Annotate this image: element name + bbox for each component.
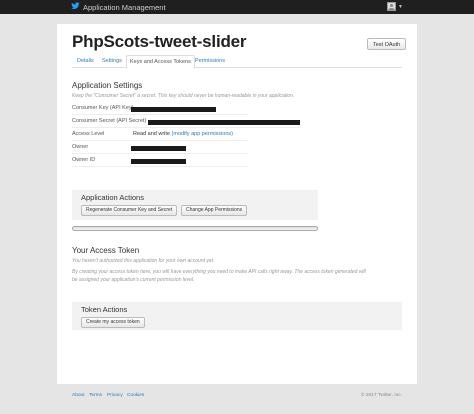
consumer-key-redacted — [131, 107, 216, 112]
consumer-key-label: Consumer Key (API Key) — [72, 105, 134, 111]
access-level-value: Read and write (modify app permissions) — [133, 131, 233, 137]
access-level-row: Access Level Read and write (modify app … — [72, 129, 248, 141]
tab-settings[interactable]: Settings — [99, 55, 125, 67]
tab-permissions[interactable]: Permissions — [192, 55, 228, 67]
footer-privacy-link[interactable]: Privacy — [107, 393, 123, 398]
footer-terms-link[interactable]: Terms — [89, 393, 102, 398]
owner-redacted — [131, 146, 186, 151]
user-avatar-icon[interactable] — [387, 2, 396, 11]
page-title: PhpScots-tweet-slider — [72, 32, 247, 51]
footer-cookies-link[interactable]: Cookies — [127, 393, 144, 398]
access-token-description: By creating your access token here, you … — [72, 269, 366, 283]
application-settings-note: Keep the "Consumer Secret" a secret. Thi… — [72, 93, 295, 99]
owner-id-label: Owner ID — [72, 157, 96, 163]
token-actions-heading: Token Actions — [81, 305, 128, 314]
modify-app-permissions-link[interactable]: (modify app permissions) — [172, 131, 233, 137]
application-actions-heading: Application Actions — [81, 193, 144, 202]
copyright-text: © 2017 Twitter, Inc. — [360, 393, 402, 398]
tab-details[interactable]: Details — [74, 55, 97, 67]
change-app-permissions-button[interactable]: Change App Permissions — [181, 205, 248, 216]
horizontal-scrollbar[interactable] — [72, 226, 318, 231]
consumer-secret-label: Consumer Secret (API Secret) — [72, 118, 147, 124]
brand-label: Application Management — [83, 2, 166, 12]
twitter-bird-icon — [71, 2, 80, 12]
tab-bar: Details Settings Keys and Access Tokens … — [72, 55, 402, 69]
owner-id-redacted — [131, 159, 186, 164]
account-menu[interactable]: ▼ — [387, 2, 403, 11]
create-access-token-button[interactable]: Create my access token — [81, 317, 145, 328]
token-actions-panel: Token Actions Create my access token — [72, 302, 402, 330]
chevron-down-icon[interactable]: ▼ — [398, 4, 403, 10]
footer: About Terms Privacy Cookies © 2017 Twitt… — [57, 388, 402, 404]
regenerate-keys-button[interactable]: Regenerate Consumer Key and Secret — [81, 205, 178, 216]
consumer-secret-redacted — [148, 120, 300, 125]
footer-about-link[interactable]: About — [72, 393, 85, 398]
access-level-label: Access Level — [72, 131, 105, 137]
application-settings-heading: Application Settings — [72, 81, 143, 90]
owner-label: Owner — [72, 144, 89, 150]
access-level-text: Read and write — [133, 131, 170, 137]
access-token-note: You haven't authorized this application … — [72, 258, 215, 264]
application-actions-panel: Application Actions Regenerate Consumer … — [72, 190, 318, 220]
test-oauth-button[interactable]: Test OAuth — [367, 38, 407, 50]
brand[interactable]: Application Management — [71, 2, 166, 12]
tab-keys-and-access-tokens[interactable]: Keys and Access Tokens — [126, 55, 195, 69]
access-token-heading: Your Access Token — [72, 246, 140, 255]
top-navigation-bar: Application Management ▼ — [0, 0, 474, 14]
